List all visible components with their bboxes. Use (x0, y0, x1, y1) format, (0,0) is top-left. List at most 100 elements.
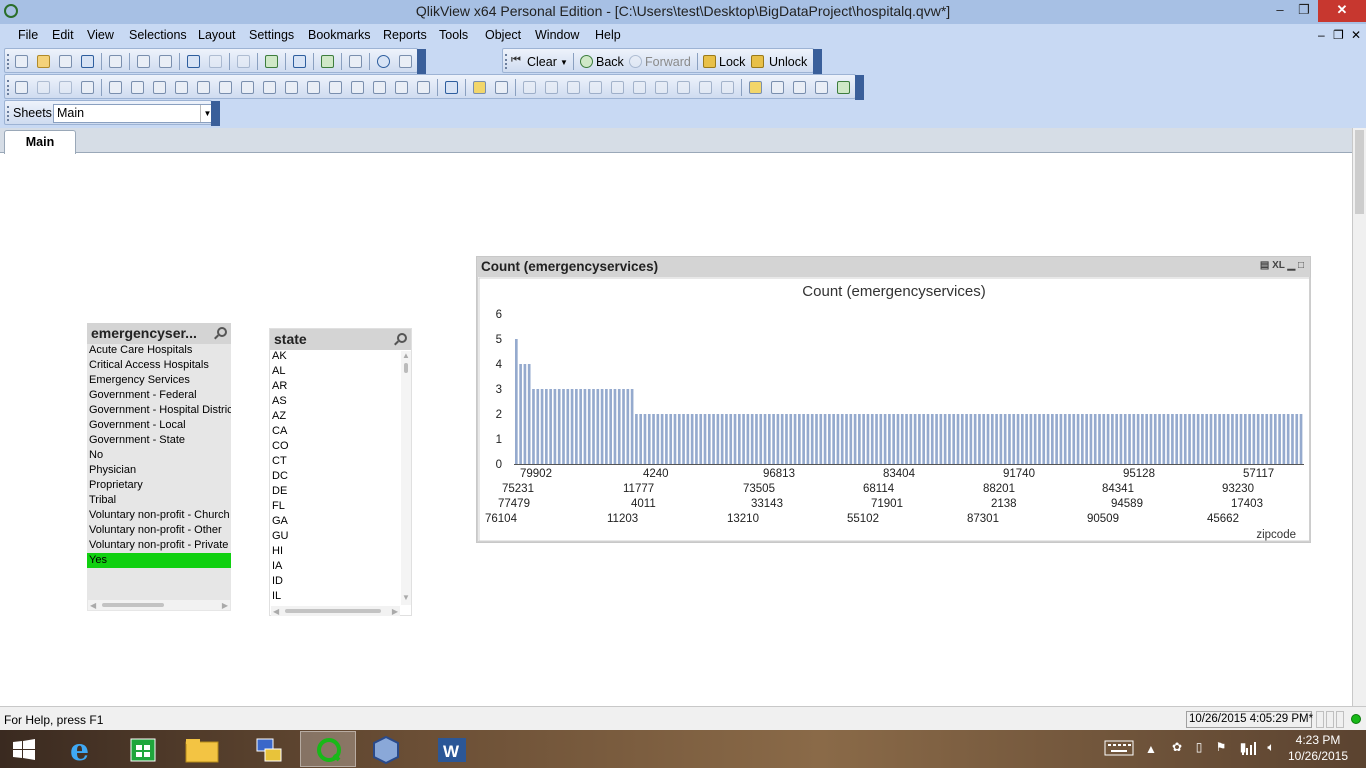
print-icon[interactable]: ▤ (1260, 260, 1269, 271)
listbox-item[interactable]: IL (270, 589, 398, 604)
format-painter-icon[interactable] (473, 81, 486, 94)
new-icon[interactable] (15, 55, 28, 68)
listbox-caption[interactable]: emergencyser... (87, 323, 231, 344)
print-icon[interactable] (109, 55, 122, 68)
slider-object-icon[interactable] (329, 81, 342, 94)
listbox-item[interactable]: Voluntary non-profit - Private (87, 538, 231, 553)
align-left-icon[interactable] (523, 81, 536, 94)
redo-icon[interactable] (209, 55, 222, 68)
demote-sheet-icon[interactable] (59, 81, 72, 94)
adjust-top-icon[interactable] (721, 81, 734, 94)
scroll-right-arrow[interactable]: ▶ (392, 607, 398, 616)
button-object-icon[interactable] (263, 81, 276, 94)
menu-help[interactable]: Help (595, 28, 621, 42)
listbox-vertical-scrollbar[interactable]: ▲ ▼ (401, 351, 411, 605)
statistics-box-icon[interactable] (131, 81, 144, 94)
listbox-item[interactable]: AR (270, 379, 398, 394)
toolbar-overflow-chevron[interactable] (855, 75, 864, 100)
chart-caption[interactable]: Count (emergencyservices) ▤ XL ▁ □ (477, 257, 1310, 277)
network-signal-icon[interactable] (1240, 740, 1258, 768)
scrollbar-thumb[interactable] (285, 609, 381, 613)
listbox-item[interactable]: HI (270, 544, 398, 559)
menu-selections[interactable]: Selections (129, 28, 187, 42)
select-objects-icon[interactable] (495, 81, 508, 94)
listbox-item[interactable]: DE (270, 484, 398, 499)
search-object-icon[interactable] (373, 81, 386, 94)
tray-device-icon[interactable]: ▯ (1190, 740, 1208, 768)
menu-file[interactable]: File (18, 28, 38, 42)
space-vertically-icon[interactable] (677, 81, 690, 94)
minimize-button[interactable]: – (1268, 0, 1292, 22)
unlock-button[interactable]: Unlock (769, 55, 807, 69)
custom-object-icon[interactable] (417, 81, 430, 94)
list-box-icon[interactable] (109, 81, 122, 94)
listbox-item[interactable]: AZ (270, 409, 398, 424)
menu-layout[interactable]: Layout (198, 28, 236, 42)
menu-edit[interactable]: Edit (52, 28, 74, 42)
sheet-properties-icon[interactable] (81, 81, 94, 94)
align-right-icon[interactable] (567, 81, 580, 94)
menu-bookmarks[interactable]: Bookmarks (308, 28, 371, 42)
table-box-icon[interactable] (153, 81, 166, 94)
listbox-item[interactable]: Acute Care Hospitals (87, 343, 231, 358)
word-icon[interactable]: W (424, 731, 480, 767)
listbox-item[interactable]: CO (270, 439, 398, 454)
document-properties-icon[interactable] (837, 81, 850, 94)
listbox-item[interactable]: GA (270, 514, 398, 529)
file-explorer-icon[interactable] (174, 731, 230, 767)
toolbar-overflow-chevron[interactable] (417, 49, 426, 74)
listbox-item[interactable]: IA (270, 559, 398, 574)
listbox-item[interactable]: Government - State (87, 433, 231, 448)
search-icon[interactable] (217, 327, 227, 337)
listbox-item[interactable]: Proprietary (87, 478, 231, 493)
bookmark-object-icon[interactable] (351, 81, 364, 94)
menu-settings[interactable]: Settings (249, 28, 294, 42)
maximize-icon[interactable]: □ (1298, 260, 1304, 271)
send-to-excel-icon[interactable]: XL (1272, 260, 1285, 271)
internet-explorer-icon[interactable]: e (54, 731, 110, 768)
new-sheet-icon[interactable] (15, 81, 28, 94)
listbox-item[interactable]: CT (270, 454, 398, 469)
save-icon[interactable] (81, 55, 94, 68)
listbox-horizontal-scrollbar[interactable]: ◀ ▶ (271, 606, 400, 616)
chart-wizard-icon[interactable] (293, 55, 306, 68)
reload-script-icon[interactable] (159, 55, 172, 68)
listbox-caption[interactable]: state (270, 329, 411, 350)
multi-box-icon[interactable] (175, 81, 188, 94)
volume-icon[interactable]: 🔈︎ (1262, 740, 1280, 768)
listbox-item[interactable]: Voluntary non-profit - Other (87, 523, 231, 538)
listbox-item[interactable]: AL (270, 364, 398, 379)
menu-reports[interactable]: Reports (383, 28, 427, 42)
listbox-item[interactable]: AS (270, 394, 398, 409)
toolbar-grip[interactable] (7, 80, 10, 95)
scroll-right-arrow[interactable]: ▶ (222, 601, 228, 610)
listbox-item[interactable]: Government - Local (87, 418, 231, 433)
tab-main[interactable]: Main (4, 130, 76, 154)
listbox-item[interactable]: FL (270, 499, 398, 514)
line-arrow-icon[interactable] (307, 81, 320, 94)
search-icon[interactable] (237, 55, 250, 68)
scroll-up-arrow[interactable]: ▲ (402, 351, 410, 360)
toolbar-overflow-chevron[interactable] (211, 101, 220, 126)
listbox-item[interactable]: DC (270, 469, 398, 484)
undo-icon[interactable] (187, 55, 200, 68)
listbox-item[interactable]: Critical Access Hospitals (87, 358, 231, 373)
listbox-item[interactable]: AK (270, 349, 398, 364)
minimize-icon[interactable]: ▁ (1287, 260, 1295, 271)
store-icon[interactable] (114, 731, 170, 767)
listbox-item[interactable]: Government - Hospital District (87, 403, 231, 418)
chart-icon[interactable] (197, 81, 210, 94)
expression-overview-icon[interactable] (771, 81, 784, 94)
clear-dropdown-arrow[interactable]: ▼ (560, 58, 568, 67)
show-hidden-icons-chevron[interactable]: ▲ (1144, 742, 1158, 768)
listbox-item[interactable]: CA (270, 424, 398, 439)
network-app-icon[interactable] (240, 731, 296, 767)
align-top-icon[interactable] (633, 81, 646, 94)
listbox-item[interactable]: Tribal (87, 493, 231, 508)
adjust-left-icon[interactable] (699, 81, 712, 94)
align-middle-icon[interactable] (611, 81, 624, 94)
text-object-icon[interactable] (285, 81, 298, 94)
align-center-icon[interactable] (545, 81, 558, 94)
listbox-item[interactable]: GU (270, 529, 398, 544)
chart-object[interactable]: Count (emergencyservices) ▤ XL ▁ □ Count… (476, 256, 1311, 543)
